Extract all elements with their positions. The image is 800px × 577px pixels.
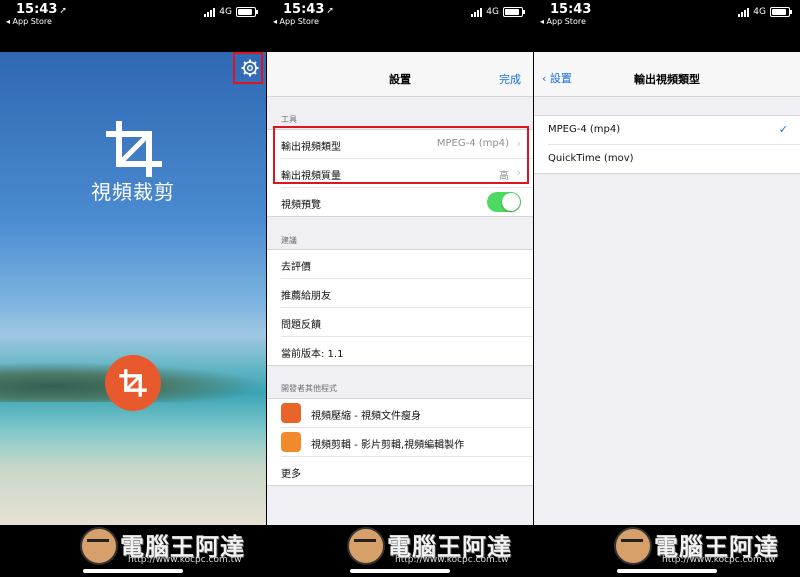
recommend-row[interactable]: 推薦給朋友 (281, 279, 533, 308)
done-button[interactable]: 完成 (499, 71, 521, 87)
watermark-url: http://www.kocpc.com.tw (395, 555, 509, 565)
section-header-suggest: 建議 (281, 236, 297, 245)
crop-start-button[interactable] (105, 355, 161, 411)
watermark: 電腦王阿達 http://www.kocpc.com.tw (80, 527, 260, 567)
row-label: 視頻壓縮 - 視頻文件瘦身 (311, 411, 421, 422)
battery-icon (770, 7, 792, 17)
back-to-app-link[interactable]: ◂ App Store (540, 17, 586, 26)
home-indicator[interactable] (350, 569, 450, 573)
option-mp4[interactable]: MPEG-4 (mp4) ✓ (548, 116, 800, 145)
video-preview-toggle[interactable] (487, 192, 521, 212)
page-title: 輸出視頻類型 (634, 73, 700, 86)
type-options-group: MPEG-4 (mp4) ✓ QuickTime (mov) (534, 115, 800, 174)
watermark-mascot-icon (347, 527, 385, 565)
row-label: 去評價 (281, 262, 311, 273)
suggest-group: 去評價 推薦給朋友 問題反饋 當前版本: 1.1 (267, 249, 533, 366)
more-row[interactable]: 更多 (281, 457, 533, 485)
app-title: 視頻裁剪 (91, 180, 175, 204)
screen-home: 15:43 ➚ ◂ App Store 4G 視頻裁剪 電腦王阿達 http:/… (0, 0, 266, 577)
status-bar: 15:43 ➚ ◂ App Store 4G (267, 0, 533, 52)
back-to-app-link[interactable]: ◂ App Store (6, 17, 52, 26)
section-header-tools: 工具 (281, 115, 297, 124)
status-time: 15:43 (16, 2, 58, 17)
checkmark-icon: ✓ (778, 123, 788, 136)
dev-apps-group: 視頻壓縮 - 視頻文件瘦身 視頻剪輯 - 影片剪輯,視頻編輯製作 更多 (267, 398, 533, 486)
signal-icon (471, 7, 483, 17)
dev-app-row[interactable]: 視頻壓縮 - 視頻文件瘦身 (281, 399, 533, 428)
back-to-app-link[interactable]: ◂ App Store (273, 17, 319, 26)
compress-app-icon (281, 403, 301, 423)
status-time: 15:43 (283, 2, 325, 17)
signal-icon (204, 7, 216, 17)
version-row: 當前版本: 1.1 (281, 337, 533, 365)
battery-icon (503, 7, 525, 17)
row-label: 更多 (281, 469, 301, 480)
page-title: 設置 (389, 73, 411, 86)
settings-navbar: 設置 完成 (267, 52, 533, 97)
option-label: MPEG-4 (mp4) (548, 124, 621, 135)
video-type-view: ‹ 設置 輸出視頻類型 MPEG-4 (mp4) ✓ QuickTime (mo… (534, 52, 800, 525)
rate-row[interactable]: 去評價 (281, 250, 533, 279)
status-bar: 15:43 ◂ App Store 4G (534, 0, 800, 52)
crop-logo-icon (106, 121, 162, 177)
location-icon: ➚ (59, 6, 67, 16)
location-icon: ➚ (326, 6, 334, 16)
feedback-row[interactable]: 問題反饋 (281, 308, 533, 337)
row-label: 視頻預覽 (281, 200, 321, 211)
video-preview-row: 視頻預覽 (281, 188, 533, 216)
network-label: 4G (753, 7, 766, 17)
editor-app-icon (281, 432, 301, 452)
screen-settings: 15:43 ➚ ◂ App Store 4G 設置 完成 工具 輸出視頻類型 MP… (267, 0, 533, 577)
highlight-box (273, 126, 529, 184)
dev-app-row[interactable]: 視頻剪輯 - 影片剪輯,視頻編輯製作 (281, 428, 533, 457)
option-mov[interactable]: QuickTime (mov) (548, 145, 800, 173)
status-time: 15:43 (550, 2, 592, 17)
option-label: QuickTime (mov) (548, 153, 634, 164)
battery-icon (236, 7, 258, 17)
watermark: 電腦王阿達 http://www.kocpc.com.tw (347, 527, 527, 567)
row-label: 當前版本: 1.1 (281, 349, 344, 360)
watermark-url: http://www.kocpc.com.tw (662, 555, 776, 565)
row-label: 問題反饋 (281, 320, 321, 331)
status-bar: 15:43 ➚ ◂ App Store 4G (0, 0, 266, 52)
watermark-url: http://www.kocpc.com.tw (128, 555, 242, 565)
gear-icon[interactable] (240, 58, 260, 78)
home-indicator[interactable] (617, 569, 717, 573)
signal-icon (738, 7, 750, 17)
network-label: 4G (486, 7, 499, 17)
screen-video-type: 15:43 ◂ App Store 4G ‹ 設置 輸出視頻類型 MPEG-4 … (534, 0, 800, 577)
home-indicator[interactable] (83, 569, 183, 573)
section-header-dev: 開發者其他程式 (281, 384, 337, 393)
crop-icon (119, 369, 147, 397)
video-type-navbar: ‹ 設置 輸出視頻類型 (534, 52, 800, 97)
row-label: 視頻剪輯 - 影片剪輯,視頻編輯製作 (311, 440, 465, 451)
network-label: 4G (219, 7, 232, 17)
settings-view: 設置 完成 工具 輸出視頻類型 MPEG-4 (mp4) › 輸出視頻質量 高 … (267, 52, 533, 525)
watermark-mascot-icon (614, 527, 652, 565)
row-label: 推薦給朋友 (281, 291, 331, 302)
watermark: 電腦王阿達 http://www.kocpc.com.tw (614, 527, 794, 567)
watermark-mascot-icon (80, 527, 118, 565)
